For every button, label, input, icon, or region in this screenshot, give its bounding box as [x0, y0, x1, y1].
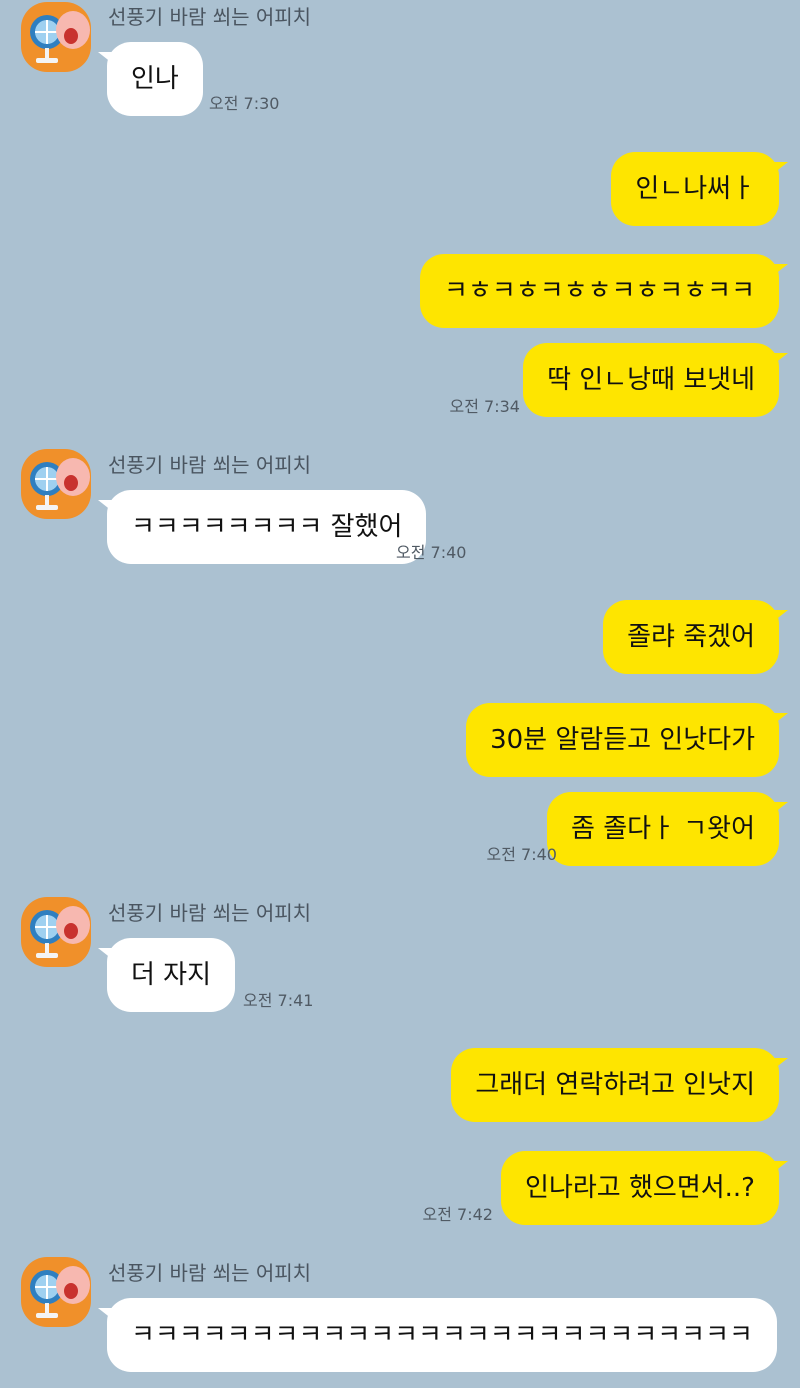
contact-avatar[interactable] [21, 449, 91, 519]
chat-message-list[interactable]: 선풍기 바람 쐬는 어피치 인나 오전 7:30 인ㄴ나써ㅏ ㅋㅎㅋㅎㅋㅎㅎㅋㅎ… [0, 0, 800, 1388]
message-bubble[interactable]: ㅋㅋㅋㅋㅋㅋㅋㅋㅋㅋㅋㅋㅋㅋㅋㅋㅋㅋㅋㅋㅋㅋㅋㅋㅋㅋ [98, 1298, 777, 1372]
message-time: 오전 7:41 [243, 991, 314, 1010]
message-bubble[interactable]: 딱 인ㄴ낭때 보냇네 [523, 343, 788, 417]
contact-avatar[interactable] [21, 1257, 91, 1327]
message-time: 오전 7:40 [396, 543, 467, 562]
apeach-fan-icon [30, 1266, 90, 1318]
message-bubble[interactable]: 인나 [98, 42, 203, 116]
sender-name: 선풍기 바람 쐬는 어피치 [108, 453, 312, 477]
message-time: 오전 7:40 [486, 845, 557, 864]
message-bubble[interactable]: 좀 졸다ㅏ ㄱ왓어 [547, 792, 788, 866]
contact-avatar[interactable] [21, 2, 91, 72]
message-bubble[interactable]: 인나라고 했으면서..? [501, 1151, 788, 1225]
message-time: 오전 7:42 [422, 1205, 493, 1224]
message-time: 오전 7:34 [449, 397, 520, 416]
sender-name: 선풍기 바람 쐬는 어피치 [108, 1261, 312, 1285]
apeach-fan-icon [30, 906, 90, 958]
message-bubble[interactable]: ㅋㅋㅋㅋㅋㅋㅋㅋ 잘했어 [97, 490, 427, 564]
contact-avatar[interactable] [21, 897, 91, 967]
message-bubble[interactable]: ㅋㅎㅋㅎㅋㅎㅎㅋㅎㅋㅎㅋㅋ [420, 254, 788, 328]
message-bubble[interactable]: 30분 알람듣고 인낫다가 [466, 703, 788, 777]
message-time: 오전 7:30 [209, 94, 280, 113]
message-bubble[interactable]: 졸랴 죽겠어 [603, 600, 788, 674]
message-bubble[interactable]: 인ㄴ나써ㅏ [611, 152, 788, 226]
message-bubble[interactable]: 그래더 연락하려고 인낫지 [451, 1048, 788, 1122]
sender-name: 선풍기 바람 쐬는 어피치 [108, 5, 312, 29]
apeach-fan-icon [30, 11, 90, 63]
sender-name: 선풍기 바람 쐬는 어피치 [108, 901, 312, 925]
apeach-fan-icon [30, 458, 90, 510]
message-bubble[interactable]: 더 자지 [97, 938, 236, 1012]
